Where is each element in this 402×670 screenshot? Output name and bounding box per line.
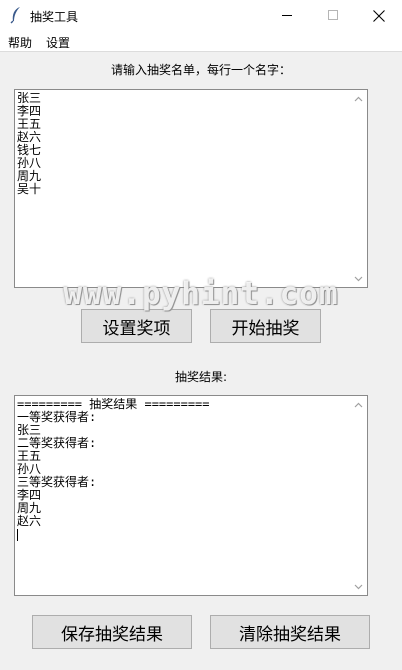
scroll-up-button[interactable] bbox=[350, 396, 367, 413]
set-prizes-button[interactable]: 设置奖项 bbox=[81, 309, 192, 343]
names-textarea[interactable]: 张三 李四 王五 赵六 钱七 孙八 周九 吴十 bbox=[14, 89, 368, 288]
maximize-icon bbox=[327, 10, 338, 20]
feather-app-icon bbox=[10, 7, 20, 24]
start-draw-button[interactable]: 开始抽奖 bbox=[210, 309, 321, 343]
results-text: ========= 抽奖结果 ========= 一等奖获得者: 张三 二等奖获… bbox=[17, 398, 349, 593]
minimize-icon bbox=[281, 15, 292, 16]
chevron-down-icon bbox=[354, 584, 363, 589]
chevron-up-icon bbox=[354, 402, 363, 407]
results-textarea[interactable]: ========= 抽奖结果 ========= 一等奖获得者: 张三 二等奖获… bbox=[14, 395, 368, 596]
text-caret bbox=[17, 528, 18, 541]
title-bar: 抽奖工具 bbox=[0, 0, 402, 32]
menu-bar: 帮助 设置 bbox=[0, 31, 402, 52]
scroll-down-button[interactable] bbox=[350, 270, 367, 287]
results-scrollbar[interactable] bbox=[350, 396, 367, 595]
maximize-button[interactable] bbox=[310, 0, 356, 31]
scroll-up-button[interactable] bbox=[350, 90, 367, 107]
results-body: ========= 抽奖结果 ========= 一等奖获得者: 张三 二等奖获… bbox=[17, 398, 210, 528]
chevron-down-icon bbox=[354, 276, 363, 281]
save-results-button[interactable]: 保存抽奖结果 bbox=[32, 615, 192, 649]
chevron-up-icon bbox=[354, 96, 363, 101]
menu-help[interactable]: 帮助 bbox=[8, 34, 32, 51]
close-icon bbox=[373, 9, 385, 22]
names-prompt-label: 请输入抽奖名单，每行一个名字： bbox=[110, 63, 291, 77]
names-text: 张三 李四 王五 赵六 钱七 孙八 周九 吴十 bbox=[17, 92, 42, 196]
window-title: 抽奖工具 bbox=[30, 10, 79, 24]
scroll-down-button[interactable] bbox=[350, 578, 367, 595]
menu-settings[interactable]: 设置 bbox=[46, 34, 70, 51]
clear-results-button[interactable]: 清除抽奖结果 bbox=[210, 615, 370, 649]
result-label: 抽奖结果: bbox=[174, 370, 228, 384]
names-scrollbar[interactable] bbox=[350, 90, 367, 287]
close-button[interactable] bbox=[356, 0, 402, 31]
minimize-button[interactable] bbox=[264, 0, 310, 31]
